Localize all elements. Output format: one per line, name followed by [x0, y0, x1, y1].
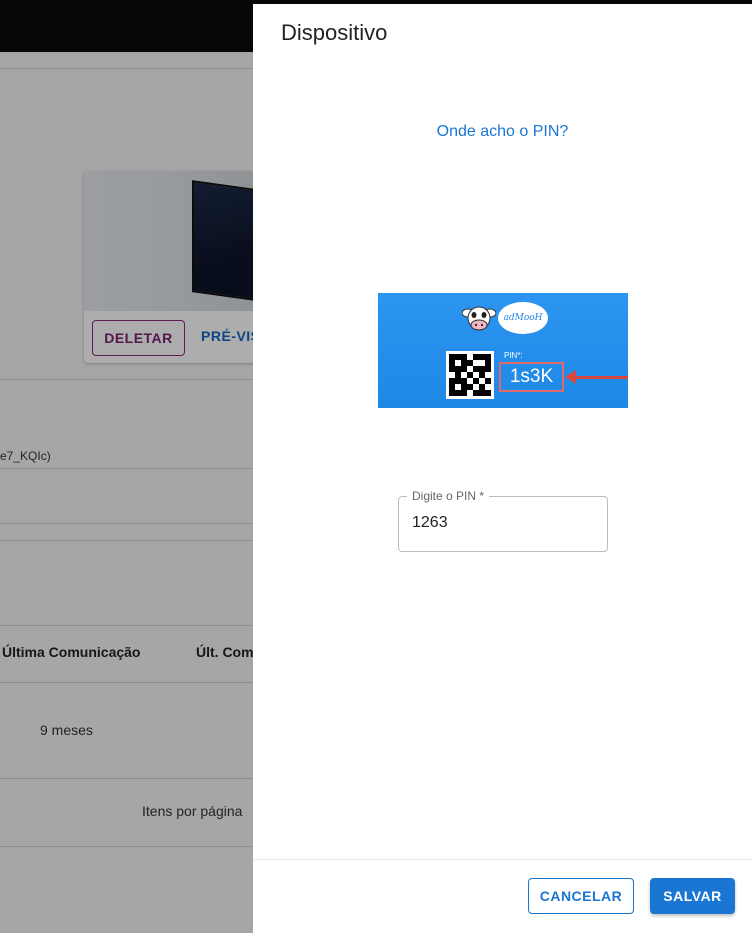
qr-code-icon	[446, 351, 494, 399]
pin-example-label: PIN*:	[504, 351, 523, 360]
brand-logo: adMooH	[498, 302, 548, 334]
arrow-left-icon	[574, 376, 628, 379]
pin-location-image: adMooH PIN*: 1s3K	[378, 293, 628, 408]
cow-logo-icon	[462, 306, 496, 331]
pin-field-label: Digite o PIN *	[407, 489, 490, 503]
arrow-head-icon	[565, 370, 576, 384]
save-button[interactable]: SALVAR	[650, 878, 735, 914]
dialog-title: Dispositivo	[281, 20, 388, 45]
pin-help-link[interactable]: Onde acho o PIN?	[253, 123, 752, 141]
cancel-button[interactable]: CANCELAR	[528, 878, 634, 914]
device-dialog: Dispositivo Onde acho o PIN? adMooH PIN*…	[253, 4, 752, 933]
pin-field: Digite o PIN *	[398, 489, 608, 552]
pin-input[interactable]	[412, 514, 592, 532]
footer-divider	[253, 859, 752, 860]
pin-example-code: 1s3K	[499, 362, 564, 392]
